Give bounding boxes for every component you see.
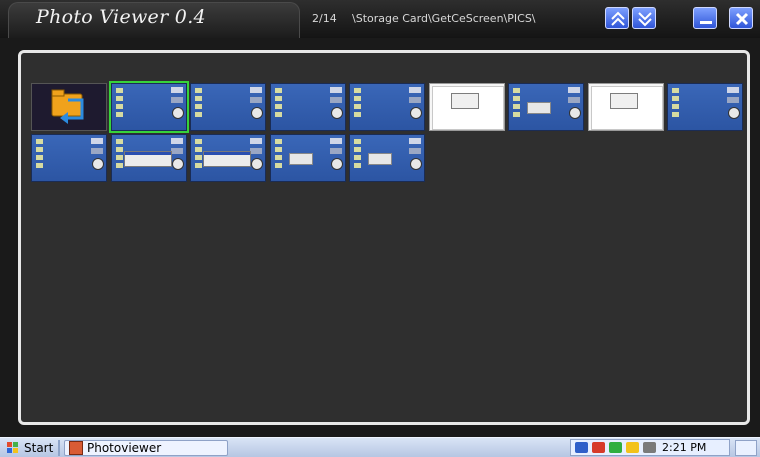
folder-path: \Storage Card\GetCeScreen\PICS\ xyxy=(352,12,536,25)
thumbnail-dialog-preview xyxy=(289,153,313,165)
battery-icon[interactable] xyxy=(609,442,622,453)
scroll-up-button[interactable] xyxy=(605,7,629,29)
title-bar: Photo Viewer 0.4 2/14 \Storage Card\GetC… xyxy=(0,0,760,38)
windows-flag-icon xyxy=(7,442,18,453)
thumbnail-sidebar xyxy=(409,138,422,180)
image-thumbnail[interactable] xyxy=(190,134,266,182)
thumbnail-dialog-preview xyxy=(203,151,251,167)
app-title: Photo Viewer 0.4 xyxy=(36,6,206,28)
close-button[interactable] xyxy=(729,7,753,29)
brightness-icon[interactable] xyxy=(626,442,639,453)
image-thumbnail[interactable] xyxy=(349,83,425,131)
taskbar: Start Photoviewer 2:21 PM xyxy=(0,437,760,457)
thumbnail-window-preview xyxy=(432,86,504,130)
taskbar-photoviewer-button[interactable]: Photoviewer xyxy=(64,440,228,456)
thumbnail-dialog-preview xyxy=(368,153,392,165)
image-thumbnail[interactable] xyxy=(270,83,346,131)
photoviewer-app-icon xyxy=(69,441,83,455)
thumbnail-desktop-icons xyxy=(275,88,285,126)
thumbnail-desktop-icons xyxy=(275,139,285,177)
scroll-down-button[interactable] xyxy=(632,7,656,29)
thumbnail-desktop-icons xyxy=(672,88,682,126)
image-thumbnail[interactable] xyxy=(111,134,187,182)
selected-image-thumbnail[interactable] xyxy=(109,81,189,133)
thumbnail-desktop-icons xyxy=(195,88,205,126)
thumbnail-sidebar xyxy=(330,138,343,180)
thumbnail-desktop-icons xyxy=(116,88,126,126)
system-tray: 2:21 PM xyxy=(570,439,730,456)
taskbar-separator xyxy=(58,440,60,456)
thumbnail-desktop-icons xyxy=(354,139,364,177)
thumbnail-desktop-icons xyxy=(354,88,364,126)
show-desktop-button[interactable] xyxy=(735,440,757,456)
image-thumbnail[interactable] xyxy=(190,83,266,131)
minimize-button[interactable] xyxy=(693,7,717,29)
thumbnail-sidebar xyxy=(171,87,184,129)
image-thumbnail[interactable] xyxy=(31,134,107,182)
sound-icon[interactable] xyxy=(643,442,656,453)
image-thumbnail[interactable] xyxy=(270,134,346,182)
thumbnail-desktop-icons xyxy=(513,88,523,126)
start-button[interactable]: Start xyxy=(4,440,59,456)
start-label: Start xyxy=(24,441,54,455)
thumbnail-sidebar xyxy=(250,87,263,129)
thumbnail-sidebar xyxy=(727,87,740,129)
thumbnail-desktop-icons xyxy=(36,139,46,177)
image-thumbnail[interactable] xyxy=(508,83,584,131)
thumbnail-window-preview xyxy=(591,86,663,130)
image-thumbnail[interactable] xyxy=(429,83,505,131)
image-thumbnail[interactable] xyxy=(588,83,664,131)
minimize-icon xyxy=(700,21,712,24)
double-down-arrow-icon xyxy=(638,12,652,27)
double-up-arrow-icon xyxy=(611,11,625,26)
image-thumbnail[interactable] xyxy=(667,83,743,131)
power-icon[interactable] xyxy=(592,442,605,453)
thumbnail-sidebar xyxy=(568,87,581,129)
thumbnail-sidebar xyxy=(171,138,184,180)
taskbar-app-label: Photoviewer xyxy=(87,441,162,455)
thumbnail-sidebar xyxy=(250,138,263,180)
thumbnail-panel[interactable] xyxy=(18,50,750,425)
tray-clock[interactable]: 2:21 PM xyxy=(662,441,706,454)
image-thumbnail[interactable] xyxy=(349,134,425,182)
parent-folder-thumbnail[interactable] xyxy=(31,83,107,131)
thumbnail-sidebar xyxy=(330,87,343,129)
close-icon xyxy=(735,12,749,26)
thumbnail-sidebar xyxy=(91,138,104,180)
image-counter: 2/14 xyxy=(312,12,337,25)
ellipsis-icon xyxy=(62,124,80,128)
thumbnail-dialog-preview xyxy=(124,151,172,167)
thumbnail-sidebar xyxy=(409,87,422,129)
network-icon[interactable] xyxy=(575,442,588,453)
thumbnail-dialog-preview xyxy=(527,102,551,114)
